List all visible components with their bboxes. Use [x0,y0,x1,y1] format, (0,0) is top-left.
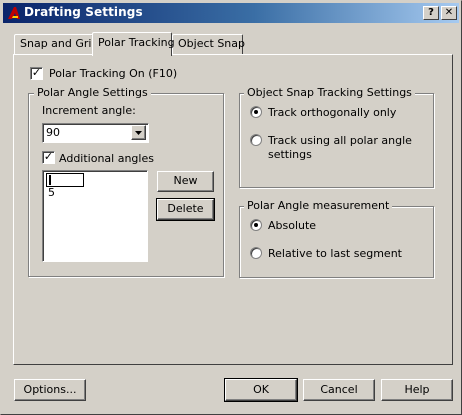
options-button-label: Options... [23,383,77,396]
polar-angle-measurement-legend: Polar Angle measurement [244,199,393,212]
increment-angle-dropdown[interactable]: 90 [42,123,149,143]
title-bar[interactable]: Drafting Settings ? ✕ [3,3,459,23]
tab-snap-and-grid[interactable]: Snap and Grid [14,34,98,54]
dropdown-arrow-button[interactable] [131,125,146,140]
new-button-label: New [173,174,198,187]
list-item[interactable]: 5 [48,186,55,199]
absolute-radio[interactable] [250,219,262,231]
tab-label: Object Snap [178,37,245,50]
additional-angles-checkbox[interactable]: ✓ [42,151,55,164]
help-button-label: Help [404,383,430,396]
autocad-app-icon [8,7,20,19]
radio-selected-dot [254,223,258,227]
relative-to-last-segment-radio[interactable] [250,247,262,259]
object-snap-tracking-legend: Object Snap Tracking Settings [244,86,415,99]
chevron-down-icon [135,131,142,135]
help-button[interactable]: Help [381,379,453,401]
close-button[interactable]: ✕ [441,6,457,20]
cancel-button[interactable]: Cancel [303,379,375,401]
cancel-button-label: Cancel [320,383,358,396]
polar-angle-settings-legend: Polar Angle Settings [34,86,151,99]
tab-label: Snap and Grid [20,37,99,50]
relative-to-last-segment-label: Relative to last segment [268,247,402,260]
increment-angle-value: 90 [46,126,60,139]
absolute-label: Absolute [268,219,317,232]
track-polar-angles-label-line1: Track using all polar angle [268,134,412,147]
radio-selected-dot [254,110,258,114]
window-title: Drafting Settings [24,5,143,19]
additional-angles-label: Additional angles [59,152,154,165]
drafting-settings-dialog: Drafting Settings ? ✕ Snap and Grid Pola… [0,0,462,415]
tab-polar-tracking[interactable]: Polar Tracking [92,32,175,56]
polar-tracking-panel: ✓ Polar Tracking On (F10) Polar Angle Se… [13,54,453,365]
track-orthogonally-radio[interactable] [250,106,262,118]
options-button[interactable]: Options... [14,379,86,401]
track-orthogonally-label: Track orthogonally only [268,106,397,119]
increment-angle-label: Increment angle: [42,104,136,117]
polar-tracking-on-checkbox[interactable]: ✓ [30,67,43,80]
new-angle-button[interactable]: New [157,171,214,192]
help-caption-button[interactable]: ? [423,6,439,20]
track-polar-angles-label-line2: settings [268,148,312,161]
tab-object-snap[interactable]: Object Snap [172,34,245,54]
text-caret [49,175,51,185]
delete-button-label: Delete [167,202,204,215]
additional-angles-list[interactable]: 5 [42,170,148,262]
tab-label: Polar Tracking [98,36,175,49]
track-polar-angles-radio[interactable] [250,134,262,146]
polar-tracking-on-label: Polar Tracking On (F10) [49,67,178,80]
ok-button-label: OK [253,383,269,396]
ok-button[interactable]: OK [224,378,298,402]
angle-edit-field[interactable] [46,173,84,187]
delete-angle-button[interactable]: Delete [156,198,215,221]
polar-angle-measurement-group [239,206,434,278]
